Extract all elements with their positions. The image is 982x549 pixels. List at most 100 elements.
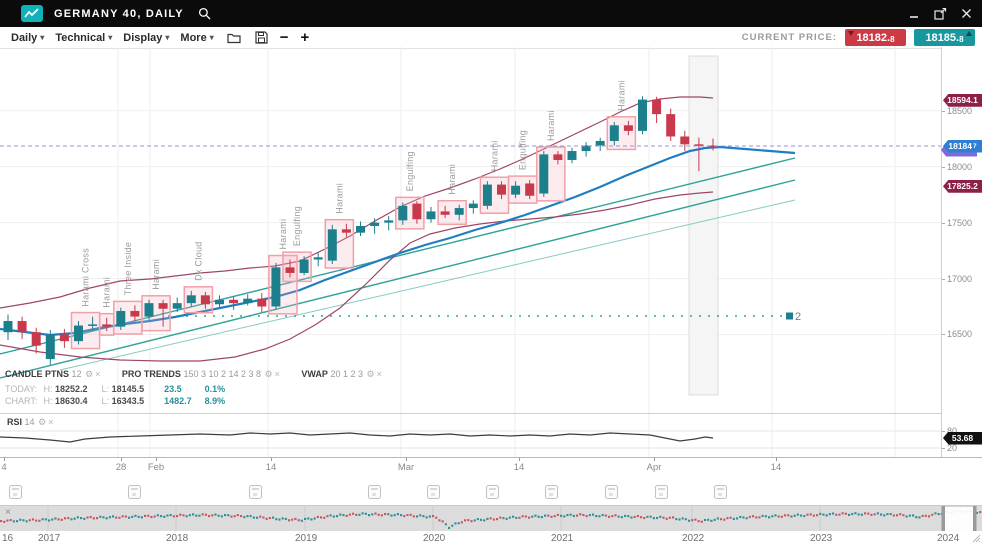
- zoom-out-button[interactable]: −: [280, 30, 289, 45]
- candle-body[interactable]: [229, 300, 238, 303]
- price-axis[interactable]: 185001800017500170001650018594.118184717…: [941, 47, 982, 457]
- candle-body[interactable]: [539, 154, 548, 193]
- navigator-series-dash: [339, 514, 341, 516]
- candle-body[interactable]: [412, 204, 421, 220]
- remove-indicator-icon[interactable]: ×: [95, 369, 100, 379]
- candle-body[interactable]: [300, 260, 309, 273]
- navigator-series-dash: [733, 518, 735, 520]
- candle-body[interactable]: [32, 332, 41, 345]
- candle-body[interactable]: [145, 303, 154, 316]
- candle-body[interactable]: [243, 299, 252, 303]
- pro-trends-indicator[interactable]: PRO TRENDS 150 3 10 2 14 2 3 8 ⚙×: [122, 369, 283, 379]
- remove-indicator-icon[interactable]: ×: [377, 369, 382, 379]
- candle-body[interactable]: [60, 334, 69, 341]
- navigator-series-dash: [435, 517, 437, 519]
- navigator-series-dash: [272, 517, 274, 519]
- candle-body[interactable]: [314, 257, 323, 259]
- calendar-event-icon[interactable]: [128, 485, 141, 499]
- candle-body[interactable]: [525, 183, 534, 195]
- open-folder-icon[interactable]: [227, 32, 242, 44]
- candle-body[interactable]: [46, 334, 55, 359]
- candle-body[interactable]: [74, 326, 83, 342]
- navigator-series-dash: [294, 518, 296, 520]
- search-icon[interactable]: [198, 7, 211, 20]
- candle-body[interactable]: [497, 185, 506, 195]
- candle-patterns-indicator[interactable]: CANDLE PTNS 12 ⚙×: [5, 369, 104, 379]
- time-axis[interactable]: 428Feb14Mar14Apr14: [0, 457, 982, 477]
- rsi-legend[interactable]: RSI 14 ⚙×: [7, 417, 54, 428]
- vwap-indicator[interactable]: VWAP 20 1 2 3 ⚙×: [301, 369, 382, 379]
- menu-display[interactable]: Display▾: [123, 32, 169, 44]
- candle-body[interactable]: [398, 206, 407, 221]
- candle-body[interactable]: [130, 311, 139, 317]
- navigator-handle-right[interactable]: [973, 506, 977, 532]
- candle-body[interactable]: [257, 299, 266, 307]
- candle-body[interactable]: [173, 303, 182, 309]
- candle-body[interactable]: [624, 125, 633, 131]
- save-icon[interactable]: [255, 31, 268, 44]
- candle-body[interactable]: [4, 321, 13, 332]
- pattern-label: Harami: [151, 259, 161, 290]
- candle-body[interactable]: [342, 229, 351, 232]
- minimize-icon[interactable]: [909, 8, 920, 19]
- candle-body[interactable]: [88, 324, 97, 326]
- gear-icon[interactable]: ⚙: [38, 417, 46, 427]
- calendar-event-icon[interactable]: [9, 485, 22, 499]
- calendar-event-icon[interactable]: [605, 485, 618, 499]
- candle-body[interactable]: [638, 100, 647, 131]
- zoom-in-button[interactable]: +: [300, 30, 309, 45]
- candle-body[interactable]: [680, 136, 689, 144]
- candle-body[interactable]: [384, 220, 393, 222]
- calendar-event-icon[interactable]: [714, 485, 727, 499]
- candle-body[interactable]: [427, 211, 436, 219]
- menu-more[interactable]: More▾: [180, 32, 213, 44]
- navigator-handle-left[interactable]: [942, 506, 946, 532]
- history-navigator[interactable]: ×: [0, 505, 982, 532]
- candle-body[interactable]: [483, 185, 492, 206]
- resize-handle[interactable]: [972, 530, 981, 548]
- candle-body[interactable]: [271, 267, 280, 306]
- candle-body[interactable]: [356, 226, 365, 233]
- calendar-event-icon[interactable]: [427, 485, 440, 499]
- candle-body[interactable]: [666, 114, 675, 136]
- gear-icon[interactable]: ⚙: [85, 369, 93, 379]
- candle-body[interactable]: [553, 154, 562, 160]
- navigator-selection-window[interactable]: [944, 506, 974, 532]
- calendar-event-icon[interactable]: [655, 485, 668, 499]
- candle-body[interactable]: [159, 303, 168, 309]
- sell-price-button[interactable]: 18182.8: [845, 29, 906, 46]
- close-icon[interactable]: [961, 8, 972, 19]
- candle-body[interactable]: [469, 204, 478, 208]
- candle-body[interactable]: [455, 208, 464, 215]
- popout-icon[interactable]: [934, 8, 947, 20]
- navigator-series-dash: [765, 515, 767, 517]
- candle-body[interactable]: [286, 267, 295, 273]
- candle-body[interactable]: [596, 141, 605, 145]
- gear-icon[interactable]: ⚙: [366, 369, 374, 379]
- calendar-event-icon[interactable]: [368, 485, 381, 499]
- candle-body[interactable]: [215, 300, 224, 304]
- calendar-event-icon[interactable]: [545, 485, 558, 499]
- candle-body[interactable]: [328, 229, 337, 260]
- menu-daily[interactable]: Daily▾: [11, 32, 44, 44]
- candle-body[interactable]: [610, 125, 619, 141]
- calendar-event-icon[interactable]: [249, 485, 262, 499]
- candle-body[interactable]: [568, 151, 577, 160]
- candle-body[interactable]: [370, 223, 379, 226]
- remove-indicator-icon[interactable]: ×: [48, 417, 53, 427]
- forecast-region[interactable]: [689, 56, 718, 395]
- candle-body[interactable]: [511, 186, 520, 195]
- candle-body[interactable]: [18, 321, 27, 332]
- buy-price-button[interactable]: 18185.8: [914, 29, 975, 46]
- candle-body[interactable]: [652, 100, 661, 115]
- calendar-event-icon[interactable]: [486, 485, 499, 499]
- candle-body[interactable]: [201, 295, 210, 304]
- gear-icon[interactable]: ⚙: [265, 369, 273, 379]
- candle-body[interactable]: [102, 324, 111, 326]
- menu-technical[interactable]: Technical▾: [55, 32, 112, 44]
- remove-indicator-icon[interactable]: ×: [275, 369, 280, 379]
- candle-body[interactable]: [187, 295, 196, 303]
- candle-body[interactable]: [441, 211, 450, 214]
- candle-body[interactable]: [116, 311, 125, 327]
- navigator-close-icon[interactable]: ×: [5, 507, 11, 518]
